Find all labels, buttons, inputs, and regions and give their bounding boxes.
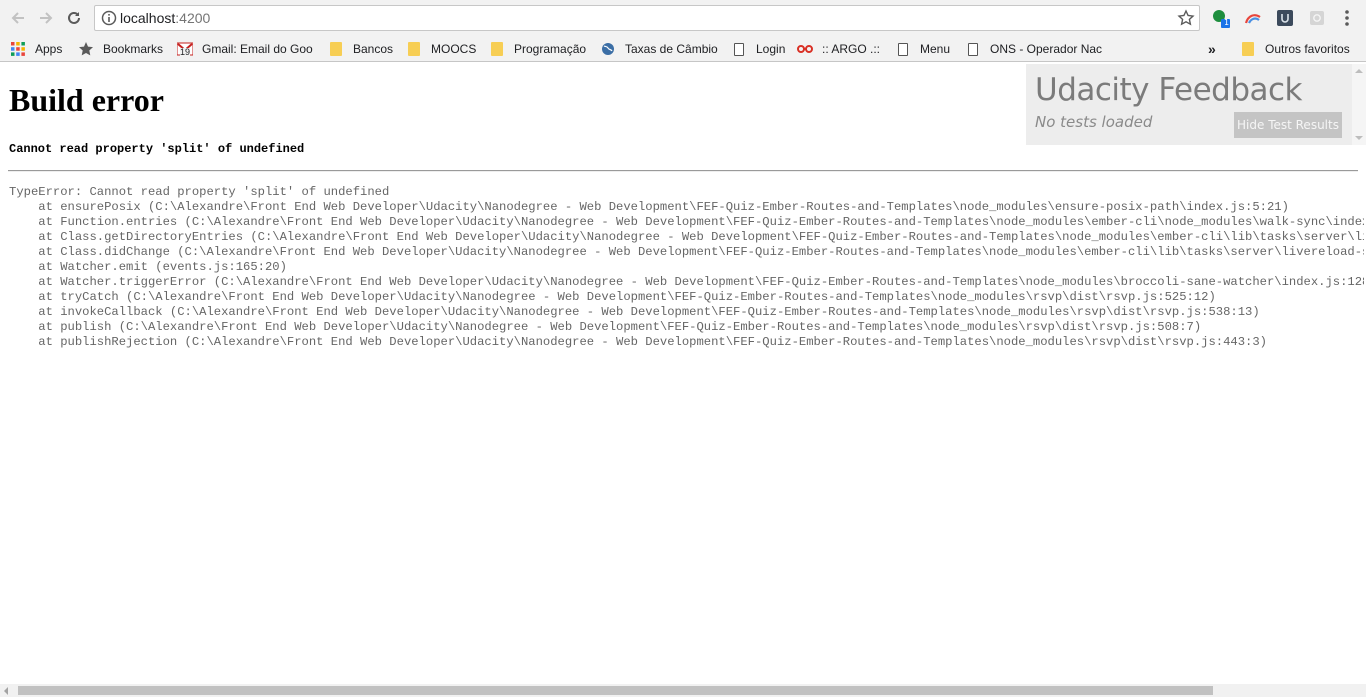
bookmark-taxas-de-cambio[interactable]: Taxas de Câmbio (600, 39, 722, 59)
bookmark-menu[interactable]: Menu (895, 39, 959, 59)
extension-gray-button[interactable] (1307, 8, 1327, 28)
bookmarks-bar: Apps Bookmarks 19 Gmail: Email do Goo Ba… (0, 36, 1366, 62)
forward-arrow-icon (40, 12, 53, 24)
address-bar[interactable]: localhost:4200 (94, 5, 1200, 31)
bookmark-ons[interactable]: ONS - Operador Nac (965, 39, 1103, 59)
divider (8, 170, 1358, 172)
bookmark-folder-bancos[interactable]: Bancos (328, 39, 396, 59)
page-icon (965, 41, 981, 57)
stack-line: at ensurePosix (C:\Alexandre\Front End W… (9, 200, 1289, 214)
page-title: Build error (9, 82, 164, 118)
bookmark-label: Bancos (353, 42, 394, 56)
stack-line: at Watcher.triggerError (C:\Alexandre\Fr… (9, 275, 1364, 289)
page-icon (895, 41, 911, 57)
url-port: :4200 (175, 10, 211, 26)
feedback-title: Udacity Feedback (1035, 72, 1303, 108)
extension-badge-count: 1 (1224, 18, 1230, 27)
error-message: Cannot read property 'split' of undefine… (9, 142, 305, 156)
stack-line: at tryCatch (C:\Alexandre\Front End Web … (9, 290, 1216, 304)
folder-icon (1240, 41, 1256, 57)
back-button[interactable] (7, 7, 29, 29)
bookmark-label: Login (756, 42, 786, 56)
bookmark-argo[interactable]: :: ARGO .:: (797, 39, 885, 59)
extension-green-button[interactable]: 1 (1210, 8, 1230, 28)
star-icon (78, 41, 94, 57)
horizontal-scroll-thumb[interactable] (18, 686, 1213, 695)
bookmark-gmail[interactable]: 19 Gmail: Email do Goo (177, 39, 317, 59)
url-host: localhost (120, 10, 176, 26)
browser-menu-button[interactable] (1344, 9, 1350, 32)
extension-rainbow-button[interactable] (1243, 8, 1263, 28)
folder-icon (489, 41, 505, 57)
bookmark-bookmarks[interactable]: Bookmarks (78, 39, 170, 59)
stack-line: at publish (C:\Alexandre\Front End Web D… (9, 320, 1202, 334)
hide-test-results-button[interactable]: Hide Test Results (1234, 112, 1342, 138)
stack-line: at invokeCallback (C:\Alexandre\Front En… (9, 305, 1260, 319)
kebab-menu-icon (1345, 10, 1349, 26)
folder-icon (406, 41, 422, 57)
browser-toolbar: localhost:4200 1 (0, 0, 1366, 36)
bookmark-star-icon[interactable] (1177, 9, 1195, 32)
stack-trace: TypeError: Cannot read property 'split' … (9, 185, 1364, 350)
url-text[interactable]: localhost:4200 (120, 10, 210, 26)
extension-udacity-button[interactable] (1275, 8, 1295, 28)
glasses-icon (797, 41, 813, 57)
bookmark-label: Programação (514, 42, 587, 56)
globe-icon (600, 41, 616, 57)
bookmark-label: Taxas de Câmbio (625, 42, 718, 56)
bookmark-other-favorites[interactable]: Outros favoritos (1240, 39, 1360, 59)
apps-grid-icon (10, 41, 26, 57)
feedback-status: No tests loaded (1035, 113, 1153, 131)
bookmark-label: Bookmarks (103, 42, 164, 56)
folder-icon (328, 41, 344, 57)
bookmark-label: Menu (920, 42, 951, 56)
scroll-down-icon[interactable] (1355, 136, 1363, 140)
bookmark-folder-moocs[interactable]: MOOCS (406, 39, 482, 59)
feedback-scrollbar[interactable] (1352, 64, 1366, 145)
stack-line: at publishRejection (C:\Alexandre\Front … (9, 335, 1267, 349)
bookmark-label: Outros favoritos (1265, 42, 1350, 56)
info-icon[interactable] (101, 10, 117, 31)
gmail-icon: 19 (177, 41, 193, 57)
bookmark-label: Gmail: Email do Goo (202, 42, 313, 56)
bookmark-apps[interactable]: Apps (10, 39, 70, 59)
gmail-unread-count: 19 (180, 47, 191, 57)
stack-line: at Class.getDirectoryEntries (C:\Alexand… (9, 230, 1364, 244)
stack-line: at Class.didChange (C:\Alexandre\Front E… (9, 245, 1364, 259)
scroll-left-icon[interactable] (4, 687, 8, 695)
forward-button[interactable] (35, 7, 57, 29)
udacity-icon (1277, 10, 1293, 26)
stack-line: at Function.entries (C:\Alexandre\Front … (9, 215, 1364, 229)
bookmark-label: Apps (35, 42, 63, 56)
back-arrow-icon (11, 12, 24, 24)
scroll-up-icon[interactable] (1355, 69, 1363, 73)
puzzle-icon (1310, 11, 1324, 25)
bookmark-folder-programacao[interactable]: Programação (489, 39, 591, 59)
bookmark-label: :: ARGO .:: (822, 42, 881, 56)
page-icon (731, 41, 747, 57)
horizontal-scrollbar[interactable] (0, 684, 1366, 697)
bookmark-login[interactable]: Login (731, 39, 791, 59)
page-content: Build error Cannot read property 'split'… (0, 62, 1366, 684)
reload-button[interactable] (63, 7, 85, 29)
stack-line: at Watcher.emit (events.js:165:20) (9, 260, 287, 274)
bookmarks-overflow-button[interactable]: » (1208, 39, 1222, 59)
bookmark-label: MOOCS (431, 42, 477, 56)
reload-icon (68, 11, 80, 24)
udacity-feedback-panel: Udacity Feedback No tests loaded Hide Te… (1026, 64, 1352, 145)
stack-line: TypeError: Cannot read property 'split' … (9, 185, 390, 199)
bookmark-label: ONS - Operador Nac (990, 42, 1103, 56)
rainbow-arc-icon (1244, 14, 1261, 24)
